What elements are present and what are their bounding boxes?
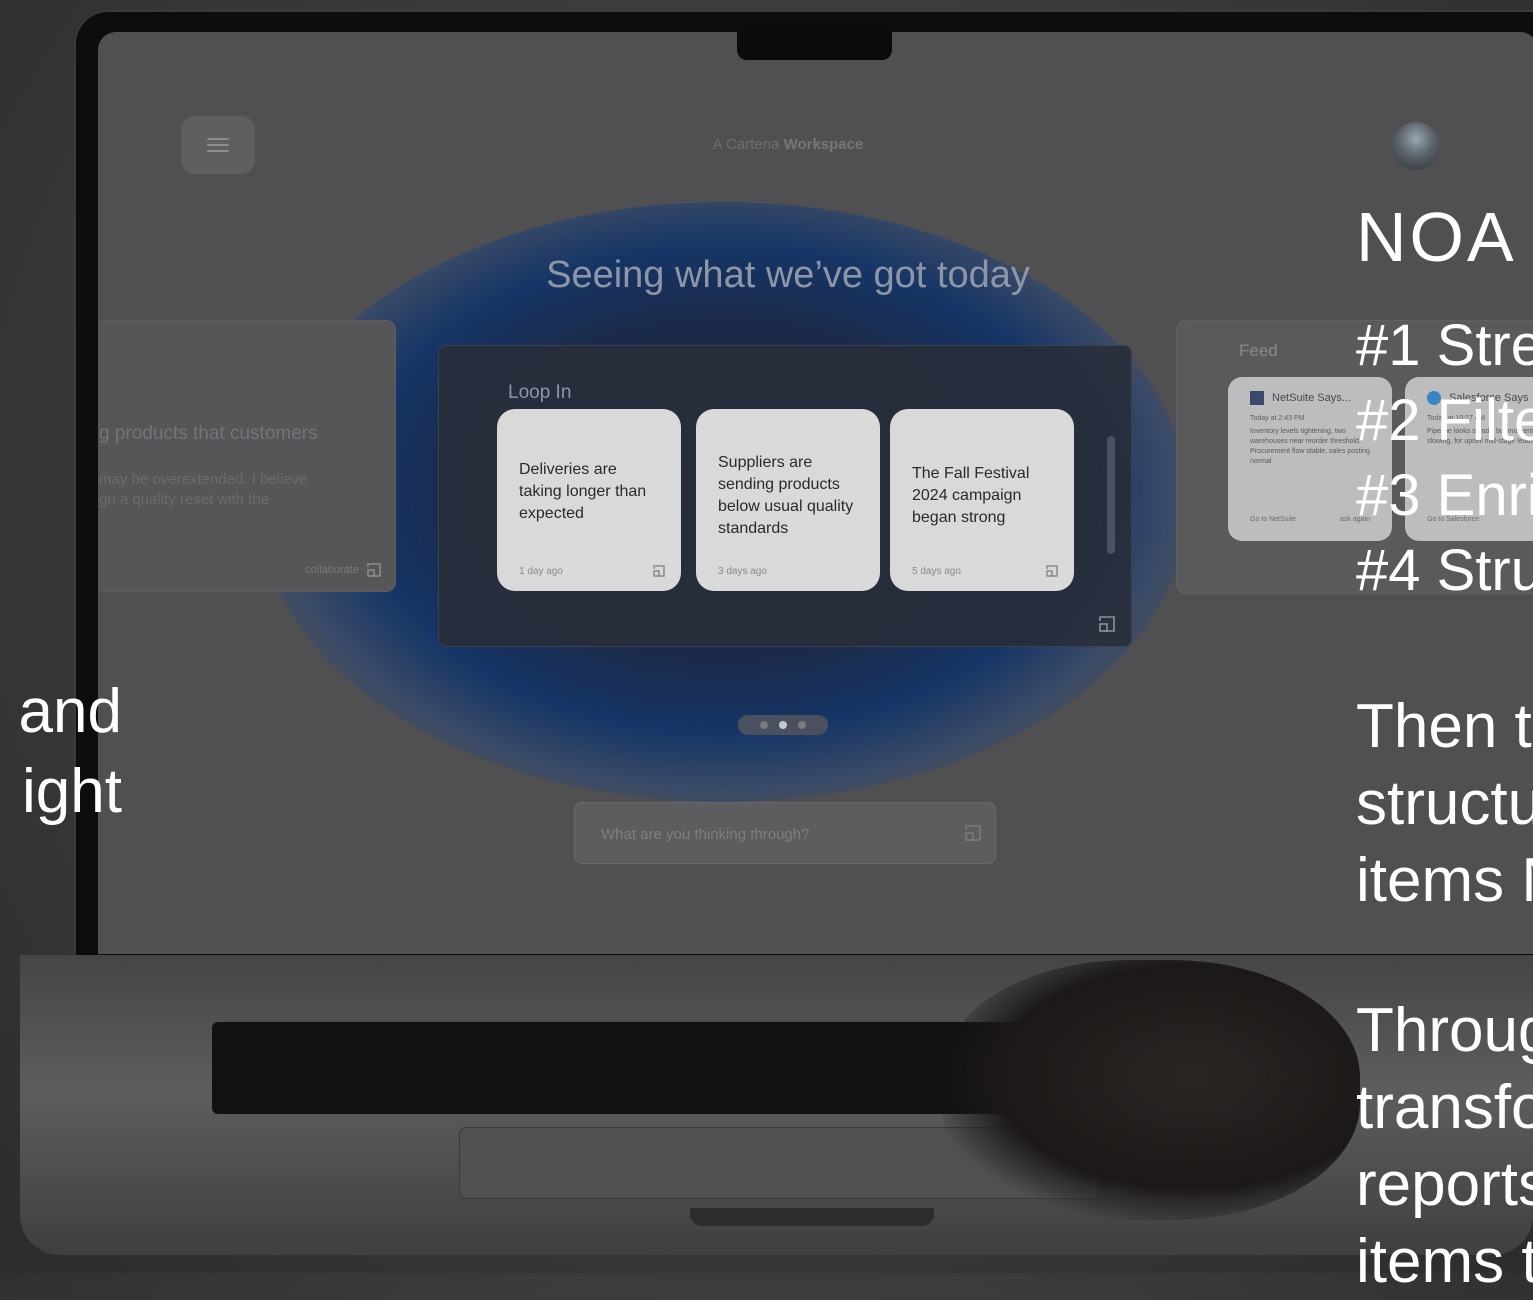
expand-icon[interactable] (1099, 616, 1115, 632)
paragraph-line: transfo (1356, 1073, 1533, 1142)
feed-card-link[interactable]: Go to NetSuite (1250, 516, 1296, 523)
overlay-left-line: and (18, 677, 122, 746)
paragraph: Throug transfo reports items t (1356, 992, 1533, 1300)
feed-card-header: NetSuite Says... (1250, 391, 1351, 405)
paragraph-line: reports (1356, 1150, 1533, 1219)
paragraph-line: items N (1356, 846, 1533, 915)
paragraph-line: structu (1356, 769, 1533, 838)
expand-icon (367, 563, 381, 577)
laptop-screen: A Cartena Workspace Seeing what we’ve go… (98, 32, 1533, 954)
left-card-title: g products that customers (99, 423, 318, 444)
expand-icon[interactable] (1046, 565, 1058, 577)
feed-card-source: NetSuite Says... (1272, 392, 1351, 404)
avatar[interactable] (1392, 122, 1440, 170)
pagination-dot[interactable] (760, 721, 768, 729)
loop-card-time: 5 days ago (912, 566, 961, 577)
step-item: #2 Filte (1356, 388, 1533, 453)
paragraph-line: items t (1356, 1227, 1533, 1296)
netsuite-logo-icon (1250, 391, 1264, 405)
left-card-body-line: may be overextended. I believe (99, 471, 308, 488)
feed-title: Feed (1239, 341, 1278, 360)
loop-card-text: Suppliers are sending products below usu… (718, 454, 854, 537)
prompt-box (574, 802, 996, 864)
laptop-lip (690, 1208, 934, 1226)
pagination-dot[interactable] (798, 721, 806, 729)
steps-list: #1 Stre #2 Filte #3 Enri #4 Stru (1356, 308, 1533, 608)
loop-in-scrollbar[interactable] (1107, 436, 1115, 554)
loop-card-time: 3 days ago (718, 566, 767, 577)
loop-card[interactable]: Suppliers are sending products below usu… (696, 409, 880, 591)
left-insight-card[interactable]: g products that customers may be overext… (98, 320, 396, 592)
paragraph-line: Then t (1356, 692, 1532, 761)
workspace-name: Workspace (783, 136, 864, 153)
feed-card-time: Today at 2:43 PM (1250, 415, 1305, 422)
step-item: #4 Stru (1356, 538, 1533, 603)
page-headline: Seeing what we’ve got today (546, 254, 1030, 296)
loop-card[interactable]: Deliveries are taking longer than expect… (497, 409, 681, 591)
step-item: #3 Enri (1356, 463, 1533, 528)
overlay-left-text: and ight (19, 672, 122, 832)
menu-button[interactable] (181, 116, 255, 174)
overlay-left-line: ight (22, 757, 122, 826)
camera-notch (737, 30, 892, 60)
loop-in-panel: Loop In Deliveries are taking longer tha… (438, 345, 1132, 647)
workspace-prefix: A Cartena (712, 136, 780, 153)
loop-card-text: Deliveries are taking longer than expect… (519, 461, 647, 522)
pagination-dot-active[interactable] (779, 721, 787, 729)
left-card-body-line: gn a quality reset with the (99, 491, 270, 508)
menu-icon (207, 138, 229, 152)
brand-wordmark: NOA (1356, 198, 1517, 276)
collaborate-button[interactable]: collaborate (305, 563, 381, 577)
expand-icon[interactable] (653, 565, 665, 577)
loop-card-text: The Fall Festival 2024 campaign began st… (912, 465, 1030, 526)
send-icon[interactable] (965, 825, 981, 841)
loop-in-title: Loop In (508, 382, 572, 403)
loop-card[interactable]: The Fall Festival 2024 campaign began st… (890, 409, 1074, 591)
collaborate-label: collaborate (305, 564, 359, 576)
paragraph: Then t structu items N (1356, 688, 1533, 919)
step-item: #1 Stre (1356, 313, 1533, 378)
hand (940, 960, 1360, 1220)
pagination-dots (738, 715, 828, 735)
prompt-input[interactable] (599, 819, 943, 849)
workspace-title: A Cartena Workspace (638, 136, 938, 153)
paragraph-line: Throug (1356, 996, 1533, 1065)
loop-card-time: 1 day ago (519, 566, 563, 577)
